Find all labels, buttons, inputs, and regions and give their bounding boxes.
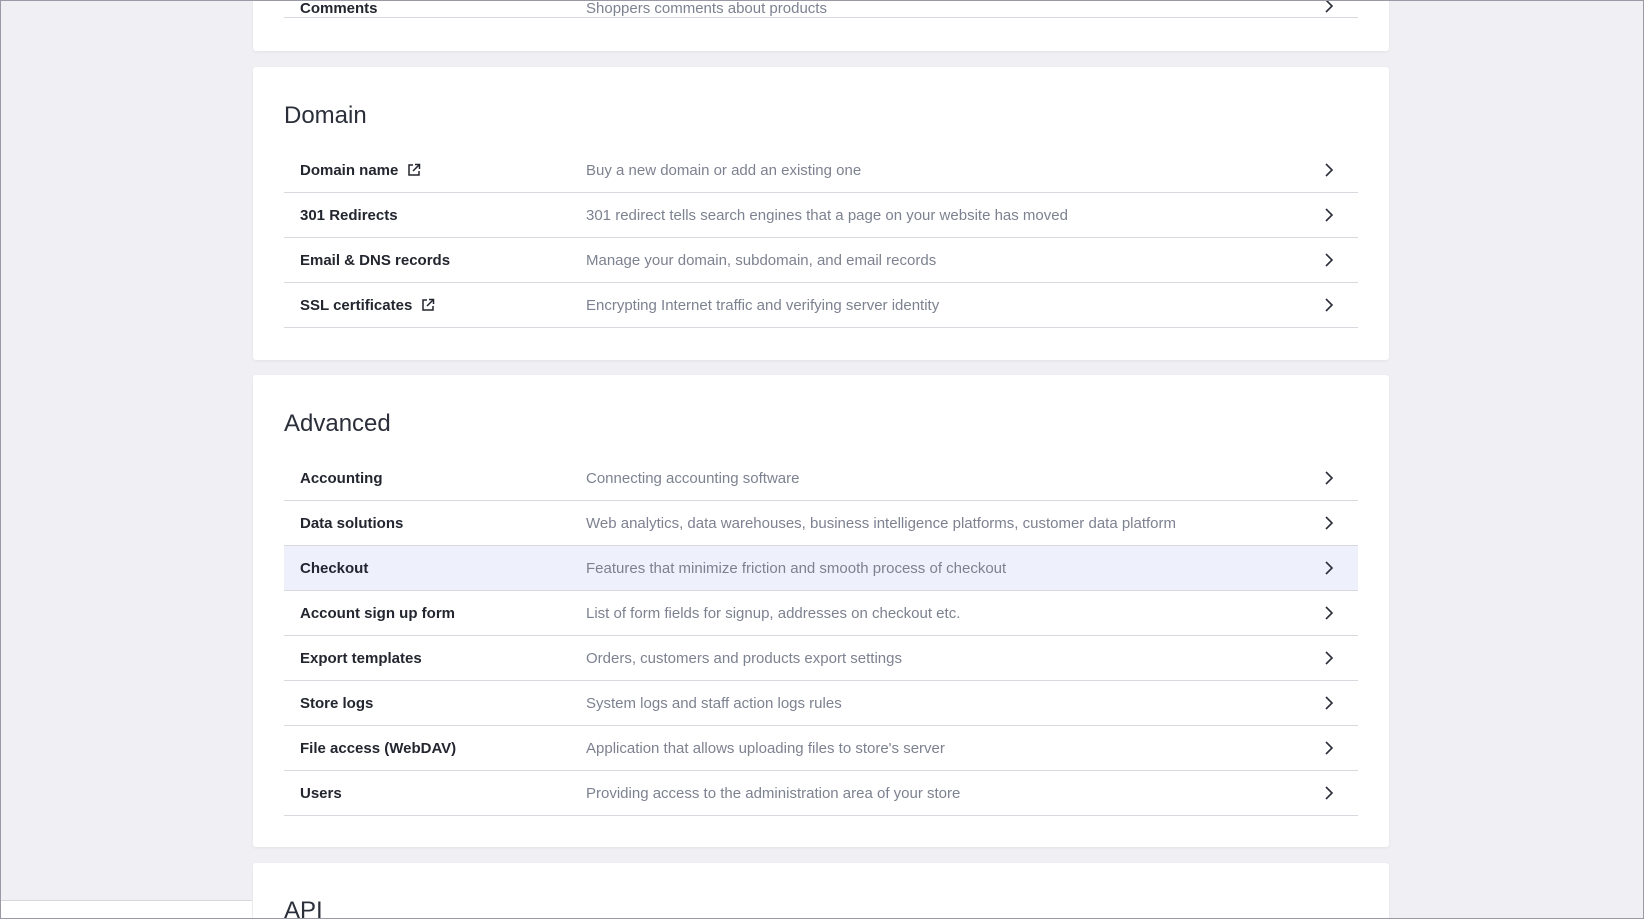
row-name: Export templates: [300, 649, 422, 667]
row-divider: [284, 17, 1358, 18]
row-description: Application that allows uploading files …: [586, 739, 945, 757]
settings-row-checkout[interactable]: Checkout Features that minimize friction…: [284, 546, 1358, 591]
chevron-right-icon: [1325, 696, 1334, 710]
settings-row-accounting[interactable]: Accounting Connecting accounting softwar…: [284, 456, 1358, 501]
chevron-right-icon: [1325, 741, 1334, 755]
row-name: SSL certificates: [300, 296, 413, 314]
row-name: 301 Redirects: [300, 206, 398, 224]
card-general: Comments Shoppers comments about product…: [253, 0, 1389, 51]
row-description: 301 redirect tells search engines that a…: [586, 206, 1068, 224]
card-api: API: [253, 863, 1389, 919]
row-description: Web analytics, data warehouses, business…: [586, 514, 1177, 532]
row-description: Orders, customers and products export se…: [586, 649, 902, 667]
settings-row-email-dns[interactable]: Email & DNS records Manage your domain, …: [284, 238, 1358, 283]
section-title-domain: Domain: [284, 102, 367, 129]
external-link-icon: [422, 298, 435, 311]
row-description: List of form fields for signup, addresse…: [586, 604, 961, 622]
row-name: Data solutions: [300, 514, 404, 532]
row-description: Connecting accounting software: [586, 469, 800, 487]
chevron-right-icon: [1325, 163, 1334, 177]
row-name: Checkout: [300, 559, 369, 577]
chevron-right-icon: [1325, 651, 1334, 665]
section-title-api: API: [284, 897, 323, 919]
row-description: Buy a new domain or add an existing one: [586, 161, 862, 179]
row-name: Accounting: [300, 469, 383, 487]
row-name: Users: [300, 784, 342, 802]
row-name: Domain name: [300, 161, 399, 179]
chevron-right-icon: [1325, 208, 1334, 222]
row-name: Email & DNS records: [300, 251, 451, 269]
settings-row-users[interactable]: Users Providing access to the administra…: [284, 771, 1358, 816]
settings-row-export-templates[interactable]: Export templates Orders, customers and p…: [284, 636, 1358, 681]
chevron-right-icon: [1325, 561, 1334, 575]
settings-row-file-access[interactable]: File access (WebDAV) Application that al…: [284, 726, 1358, 771]
settings-row-domain-name[interactable]: Domain name Buy a new domain or add an e…: [284, 148, 1358, 193]
row-name: File access (WebDAV): [300, 739, 457, 757]
domain-list: Domain name Buy a new domain or add an e…: [284, 148, 1358, 328]
row-description: System logs and staff action logs rules: [586, 694, 842, 712]
chevron-right-icon[interactable]: [1322, 0, 1336, 14]
row-description: Manage your domain, subdomain, and email…: [586, 251, 937, 269]
external-link-icon: [408, 163, 421, 176]
row-name: Account sign up form: [300, 604, 455, 622]
settings-row-data-solutions[interactable]: Data solutions Web analytics, data wareh…: [284, 501, 1358, 546]
row-description-comments: Shoppers comments about products: [586, 0, 827, 17]
chevron-right-icon: [1325, 298, 1334, 312]
settings-row-store-logs[interactable]: Store logs System logs and staff action …: [284, 681, 1358, 726]
row-description: Encrypting Internet traffic and verifyin…: [586, 296, 940, 314]
row-name-comments[interactable]: Comments: [300, 0, 378, 17]
row-name: Store logs: [300, 694, 374, 712]
card-domain: Domain Domain name Buy a new domain or a…: [253, 67, 1389, 360]
chevron-right-icon: [1325, 786, 1334, 800]
section-title-advanced: Advanced: [284, 410, 391, 437]
row-description: Providing access to the administration a…: [586, 784, 961, 802]
card-advanced: Advanced Accounting Connecting accountin…: [253, 375, 1389, 847]
advanced-list: Accounting Connecting accounting softwar…: [284, 456, 1358, 816]
settings-row-account-signup-form[interactable]: Account sign up form List of form fields…: [284, 591, 1358, 636]
chevron-right-icon: [1325, 471, 1334, 485]
settings-row-ssl-certificates[interactable]: SSL certificates Encrypting Internet tra…: [284, 283, 1358, 328]
browser-status-bar: [0, 900, 252, 919]
settings-row-301-redirects[interactable]: 301 Redirects 301 redirect tells search …: [284, 193, 1358, 238]
chevron-right-icon: [1325, 606, 1334, 620]
row-description: Features that minimize friction and smoo…: [586, 559, 1007, 577]
chevron-right-icon: [1325, 516, 1334, 530]
chevron-right-icon: [1325, 253, 1334, 267]
